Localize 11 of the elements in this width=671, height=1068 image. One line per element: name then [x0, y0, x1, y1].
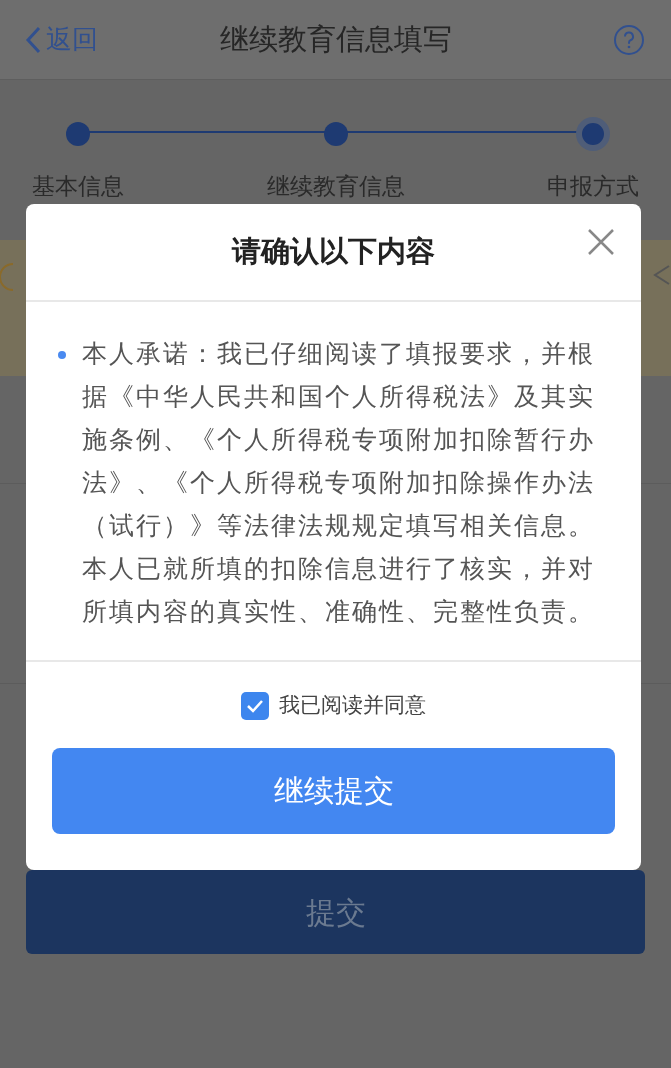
- submit-button[interactable]: 提交: [26, 870, 645, 954]
- step-label: 继续教育信息: [266, 172, 405, 201]
- back-chevron-icon: [24, 24, 42, 55]
- step-label: 申报方式: [547, 172, 639, 201]
- step-label: 基本信息: [32, 172, 124, 201]
- commitment-text: 本人承诺：我已仔细阅读了填报要求，并根据《中华人民共和国个人所得税法》及其实施条例、《个人所得税专项附加扣除暂行办法》、《个人所得税专项附加扣除操作办法（试行）》等法律法规规定填写相关信息。本人已就所填的扣除信息进行了核实，并对所填内容的真实性、准确性、完整性负责。: [82, 338, 596, 628]
- agree-checkbox[interactable]: 我已阅读并同意: [241, 690, 426, 722]
- dialog-title: 请确认以下内容: [232, 233, 435, 271]
- help-icon[interactable]: [613, 23, 645, 56]
- page-title: 继续教育信息填写: [218, 20, 453, 58]
- continue-submit-button[interactable]: 继续提交: [52, 747, 615, 834]
